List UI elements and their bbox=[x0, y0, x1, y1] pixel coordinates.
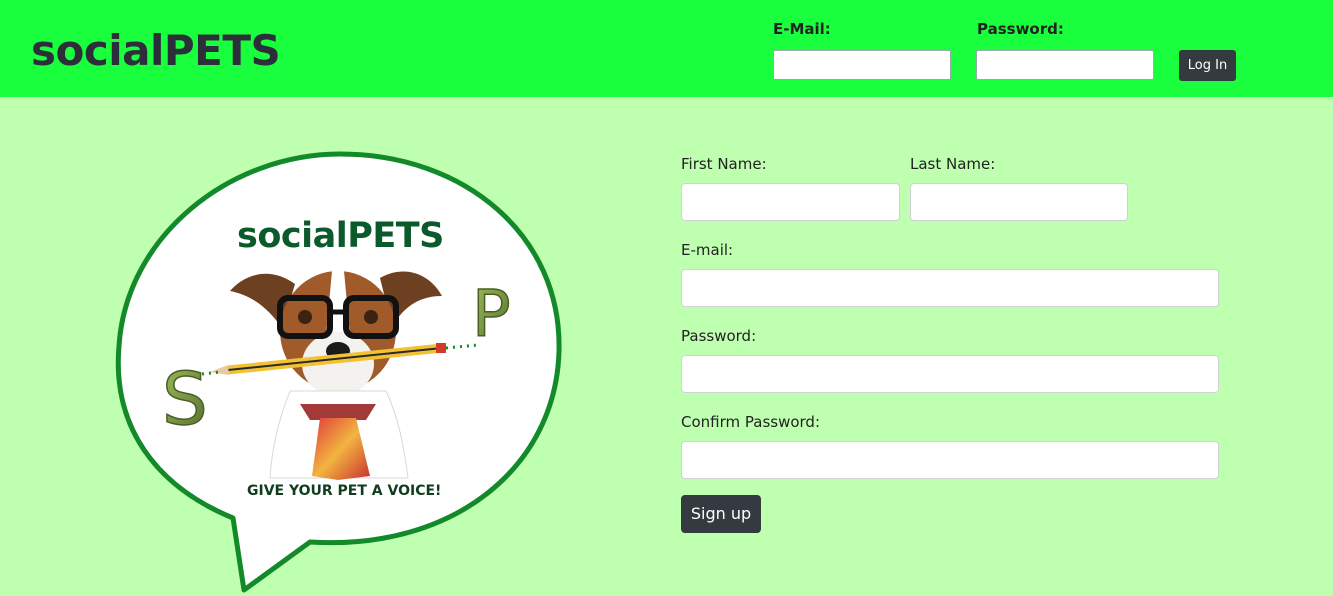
bow-collar bbox=[300, 404, 376, 420]
logo-tagline: GIVE YOUR PET A VOICE! bbox=[247, 483, 442, 499]
login-email-label: E-Mail: bbox=[773, 20, 831, 38]
top-navbar: socialPETS E-Mail: Password: Log In bbox=[0, 0, 1333, 97]
password-label: Password: bbox=[681, 327, 757, 345]
email-label: E-mail: bbox=[681, 241, 734, 259]
logo-letter-p: P bbox=[472, 278, 511, 352]
socialpets-logo: S P socialPETS GIVE YOUR PET A VOICE! bbox=[110, 146, 570, 596]
last-name-input[interactable] bbox=[910, 183, 1128, 221]
logo-title: socialPETS bbox=[237, 216, 444, 256]
confirm-password-input[interactable] bbox=[681, 441, 1219, 479]
first-name-input[interactable] bbox=[681, 183, 900, 221]
logo-letter-s: S bbox=[162, 357, 208, 441]
confirm-password-label: Confirm Password: bbox=[681, 413, 821, 431]
last-name-label: Last Name: bbox=[910, 155, 996, 173]
speech-bubble-logo-graphic: S P bbox=[115, 151, 562, 593]
signup-button[interactable]: Sign up bbox=[681, 495, 761, 533]
login-password-label: Password: bbox=[977, 20, 1064, 38]
first-name-label: First Name: bbox=[681, 155, 767, 173]
email-input[interactable] bbox=[681, 269, 1219, 307]
login-button[interactable]: Log In bbox=[1179, 50, 1236, 81]
password-input[interactable] bbox=[681, 355, 1219, 393]
login-email-input[interactable] bbox=[773, 50, 951, 80]
login-password-input[interactable] bbox=[976, 50, 1154, 80]
brand-logo-text[interactable]: socialPETS bbox=[31, 26, 281, 75]
